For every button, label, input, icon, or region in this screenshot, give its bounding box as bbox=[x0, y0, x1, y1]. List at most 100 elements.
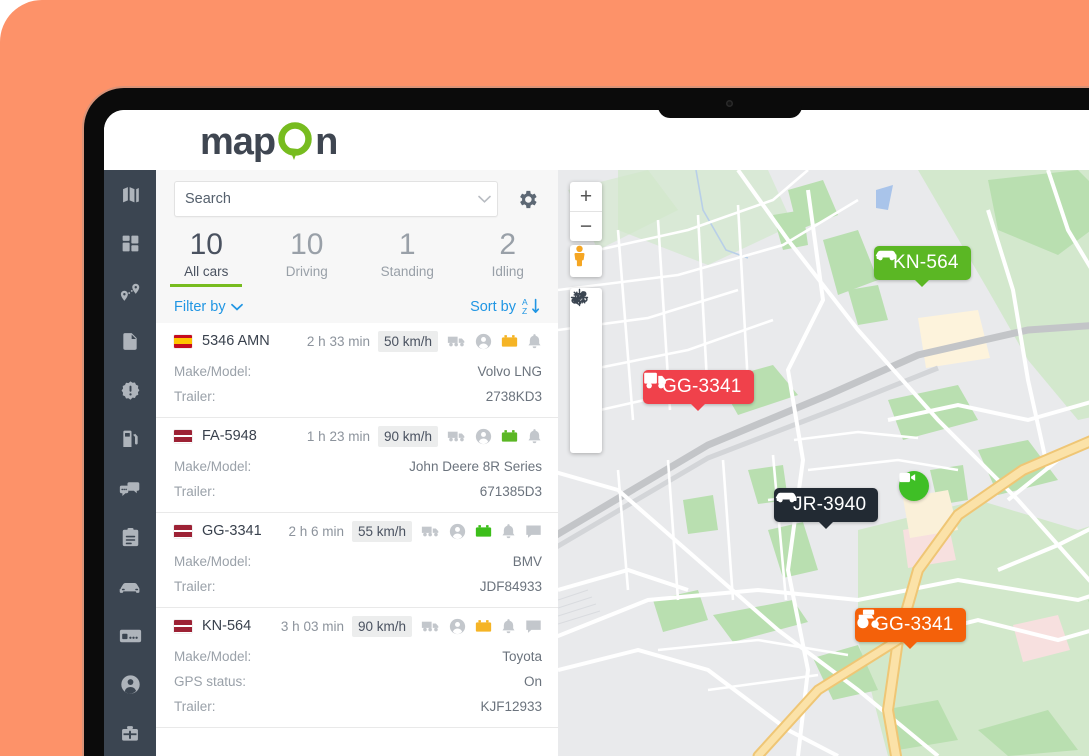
battery-icon[interactable] bbox=[475, 619, 492, 633]
vehicle-duration: 1 h 23 min bbox=[306, 428, 370, 444]
sidebar-item-alerts[interactable] bbox=[104, 366, 156, 415]
flag-lv-icon bbox=[174, 429, 192, 443]
sidebar-item-map[interactable] bbox=[104, 170, 156, 219]
vehicle-list[interactable]: 5346 AMN 2 h 33 min 50 km/h Make/Model: Volv… bbox=[156, 323, 558, 756]
vehicle-detail: GPS status: On bbox=[156, 669, 558, 694]
map-marker[interactable]: GG-3341 bbox=[643, 370, 754, 411]
video-camera-icon bbox=[899, 472, 916, 483]
vehicle-detail-key: GPS status: bbox=[174, 674, 247, 689]
status-tab-driving[interactable]: 10 Driving bbox=[257, 228, 358, 282]
trailer-icon[interactable] bbox=[421, 619, 440, 633]
flag-lv-icon bbox=[174, 524, 192, 538]
vehicle-detail-key: Trailer: bbox=[174, 484, 216, 499]
vehicle-detail-value: John Deere 8R Series bbox=[409, 459, 542, 474]
status-tab-label: Driving bbox=[285, 264, 328, 279]
sidebar-item-drivers[interactable] bbox=[104, 660, 156, 709]
map-tiles bbox=[558, 170, 1089, 756]
sort-by-button[interactable]: Sort by A Z bbox=[470, 297, 540, 316]
sidebar-item-routes[interactable] bbox=[104, 268, 156, 317]
status-tab-label: Idling bbox=[491, 264, 524, 279]
chevron-down-icon[interactable] bbox=[471, 182, 497, 216]
street-view-pegman-icon[interactable] bbox=[570, 245, 602, 277]
trailer-icon[interactable] bbox=[447, 334, 466, 348]
vehicle-row-header[interactable]: FA-5948 1 h 23 min 90 km/h bbox=[156, 418, 558, 454]
map-canvas[interactable]: + − KN-564 GG-3341 JR-3940 GG-3341 bbox=[558, 170, 1089, 756]
zoom-out-button[interactable]: − bbox=[570, 212, 602, 241]
vehicle-speed-badge: 55 km/h bbox=[351, 520, 412, 542]
network-icon[interactable] bbox=[570, 293, 602, 387]
route-icon[interactable] bbox=[570, 291, 602, 354]
vehicle-detail-key: Trailer: bbox=[174, 579, 216, 594]
vehicle-detail: Make/Model: John Deere 8R Series bbox=[156, 454, 558, 479]
sidebar-item-fuel[interactable] bbox=[104, 415, 156, 464]
search-input[interactable] bbox=[175, 191, 471, 207]
sidebar-item-dashboard[interactable] bbox=[104, 219, 156, 268]
bell-icon[interactable] bbox=[527, 428, 542, 445]
message-icon[interactable] bbox=[525, 524, 542, 539]
laptop-device-frame: map n Search 10 All cars 10 Driving 1 St… bbox=[84, 88, 1089, 756]
vehicle-detail: Trailer: 2738KD3 bbox=[156, 384, 558, 409]
status-tab-all-cars[interactable]: 10 All cars bbox=[156, 228, 257, 287]
driver-icon[interactable] bbox=[475, 428, 492, 445]
filter-by-button[interactable]: Filter by bbox=[174, 299, 243, 315]
driver-icon[interactable] bbox=[449, 618, 466, 635]
map-marker[interactable]: GG-3341 bbox=[855, 608, 966, 649]
app-screen: map n Search 10 All cars 10 Driving 1 St… bbox=[104, 110, 1089, 756]
vehicle-detail-value: Toyota bbox=[502, 649, 542, 664]
vehicle-detail-key: Make/Model: bbox=[174, 459, 252, 474]
vehicle-row-icons bbox=[447, 428, 542, 445]
screenshot-stage: map n Search 10 All cars 10 Driving 1 St… bbox=[0, 0, 1089, 756]
sidebar-item-vehicles[interactable] bbox=[104, 562, 156, 611]
trailer-icon[interactable] bbox=[447, 429, 466, 443]
collapse-icon[interactable] bbox=[570, 291, 602, 420]
vehicle-detail: Make/Model: Toyota bbox=[156, 644, 558, 669]
bell-icon[interactable] bbox=[501, 618, 516, 635]
vehicle-row-header[interactable]: KN-564 3 h 03 min 90 km/h bbox=[156, 608, 558, 644]
svg-text:Z: Z bbox=[522, 306, 527, 316]
vehicle-row-header[interactable]: GG-3341 2 h 6 min 55 km/h bbox=[156, 513, 558, 549]
vehicle-duration: 2 h 33 min bbox=[306, 333, 370, 349]
bell-icon[interactable] bbox=[527, 333, 542, 350]
battery-icon[interactable] bbox=[501, 429, 518, 443]
status-tab-idling[interactable]: 2 Idling bbox=[458, 228, 559, 282]
status-tab-count: 10 bbox=[290, 228, 324, 261]
vehicle-row-header[interactable]: 5346 AMN 2 h 33 min 50 km/h bbox=[156, 323, 558, 359]
driver-icon[interactable] bbox=[449, 523, 466, 540]
battery-icon[interactable] bbox=[501, 334, 518, 348]
vehicle-detail-key: Trailer: bbox=[174, 389, 216, 404]
bell-icon[interactable] bbox=[501, 523, 516, 540]
sidebar-item-messages[interactable] bbox=[104, 464, 156, 513]
marker-label: KN-564 bbox=[893, 251, 959, 273]
vehicle-row[interactable]: GG-3341 2 h 6 min 55 km/h Make/Model: BMV Tra… bbox=[156, 513, 558, 608]
vehicle-row[interactable]: KN-564 3 h 03 min 90 km/h Make/Model: Toyota… bbox=[156, 608, 558, 728]
zoom-in-button[interactable]: + bbox=[570, 182, 602, 212]
vehicle-detail-value: JDF84933 bbox=[479, 579, 542, 594]
sidebar-item-maintenance[interactable] bbox=[104, 709, 156, 756]
map-marker[interactable]: JR-3940 bbox=[774, 488, 879, 529]
status-tab-standing[interactable]: 1 Standing bbox=[357, 228, 458, 282]
logo-o-pin-icon bbox=[275, 118, 315, 167]
vehicle-row[interactable]: 5346 AMN 2 h 33 min 50 km/h Make/Model: Volv… bbox=[156, 323, 558, 418]
message-icon[interactable] bbox=[525, 619, 542, 634]
search-box[interactable] bbox=[174, 181, 498, 217]
zoom-controls[interactable]: + − bbox=[570, 182, 602, 241]
sidebar-item-tasks[interactable] bbox=[104, 513, 156, 562]
sidebar-item-cards[interactable] bbox=[104, 611, 156, 660]
battery-icon[interactable] bbox=[475, 524, 492, 538]
vehicle-row[interactable]: FA-5948 1 h 23 min 90 km/h Make/Model: John … bbox=[156, 418, 558, 513]
filter-sort-bar: Filter by Sort by A Z bbox=[156, 290, 558, 324]
vehicle-detail: Make/Model: BMV bbox=[156, 549, 558, 574]
logo-text-n: n bbox=[315, 121, 338, 163]
sidebar-item-reports[interactable] bbox=[104, 317, 156, 366]
mapon-logo[interactable]: map n bbox=[200, 118, 338, 167]
map-marker[interactable]: KN-564 bbox=[874, 246, 971, 287]
marker-label: GG-3341 bbox=[874, 613, 954, 635]
driver-icon[interactable] bbox=[475, 333, 492, 350]
settings-gear-icon[interactable] bbox=[514, 186, 540, 212]
trailer-icon[interactable] bbox=[421, 524, 440, 538]
marker-camera-badge[interactable] bbox=[899, 471, 929, 501]
flag-lv-icon bbox=[174, 619, 192, 633]
map-tool-stack[interactable] bbox=[570, 288, 602, 453]
vehicle-detail-key: Make/Model: bbox=[174, 364, 252, 379]
locate-icon[interactable] bbox=[570, 288, 602, 453]
